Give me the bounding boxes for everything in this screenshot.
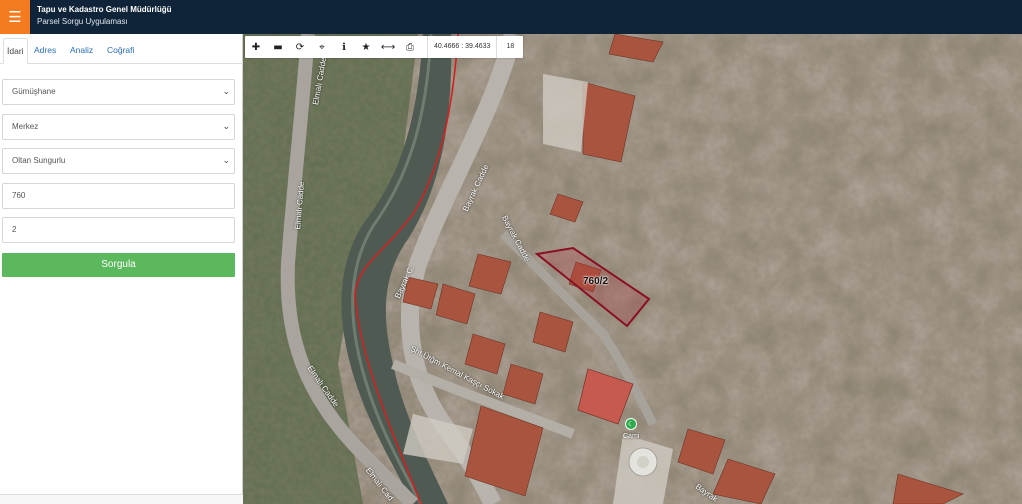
parsel-input[interactable]: 2 <box>2 217 235 243</box>
hamburger-icon: ☰ <box>8 7 22 26</box>
print-icon[interactable]: ⎙ <box>399 36 421 58</box>
mahalle-select[interactable]: Oltan Sungurlu ⌄ <box>2 148 235 174</box>
ada-input[interactable]: 760 <box>2 183 235 209</box>
app-title: Tapu ve Kadastro Genel Müdürlüğü <box>37 5 172 14</box>
tab-adres[interactable]: Adres <box>34 38 56 64</box>
chevron-down-icon: ⌄ <box>222 122 230 132</box>
zoom-level: 18 <box>506 43 515 50</box>
app-window: ☰ Tapu ve Kadastro Genel Müdürlüğü Parse… <box>0 0 1022 504</box>
mosque-icon[interactable]: ☾ <box>625 418 637 430</box>
il-select[interactable]: Gümüşhane ⌄ <box>2 79 235 105</box>
favorite-icon[interactable]: ★ <box>355 36 377 58</box>
poi-label: Cami <box>623 433 640 440</box>
chevron-down-icon: ⌄ <box>222 87 230 97</box>
refresh-icon[interactable]: ⟳ <box>289 36 311 58</box>
locate-icon[interactable]: ⌖ <box>311 36 333 58</box>
tab-bar: İdari Adres Analiz Coğrafi <box>0 34 243 64</box>
sidebar-footer <box>0 494 243 504</box>
measure-icon[interactable]: ⟷ <box>377 36 399 58</box>
parcel-label[interactable]: 760/2 <box>583 276 608 287</box>
ilce-select[interactable]: Merkez ⌄ <box>2 114 235 140</box>
tab-analiz[interactable]: Analiz <box>70 38 93 64</box>
zoom-in-icon[interactable]: ✚ <box>245 36 267 58</box>
tab-idari[interactable]: İdari <box>3 38 28 64</box>
sidebar: İdari Adres Analiz Coğrafi Gümüşhane ⌄ M… <box>0 34 243 504</box>
il-select-value: Gümüşhane <box>12 87 56 96</box>
coordinate-readout: 40.4666 : 39.4633 <box>427 36 498 58</box>
mahalle-select-value: Oltan Sungurlu <box>12 156 66 165</box>
info-icon[interactable]: ℹ <box>333 36 355 58</box>
chevron-down-icon: ⌄ <box>222 156 230 166</box>
map-view[interactable]: Elmalı Cadde Bayrak Cadde Bayrak Cadde B… <box>243 34 1022 504</box>
ilce-select-value: Merkez <box>12 122 39 131</box>
app-subtitle: Parsel Sorgu Uygulaması <box>37 17 128 26</box>
menu-button[interactable]: ☰ <box>0 0 30 34</box>
top-header: ☰ Tapu ve Kadastro Genel Müdürlüğü Parse… <box>0 0 1022 34</box>
map-toolbar: ✚ ▬ ⟳ ⌖ ℹ ★ ⟷ ⎙ 40.4666 : 39.4633 18 <box>245 36 524 58</box>
tab-cografi[interactable]: Coğrafi <box>107 38 134 64</box>
query-button[interactable]: Sorgula <box>2 253 235 277</box>
zoom-out-icon[interactable]: ▬ <box>267 36 289 58</box>
